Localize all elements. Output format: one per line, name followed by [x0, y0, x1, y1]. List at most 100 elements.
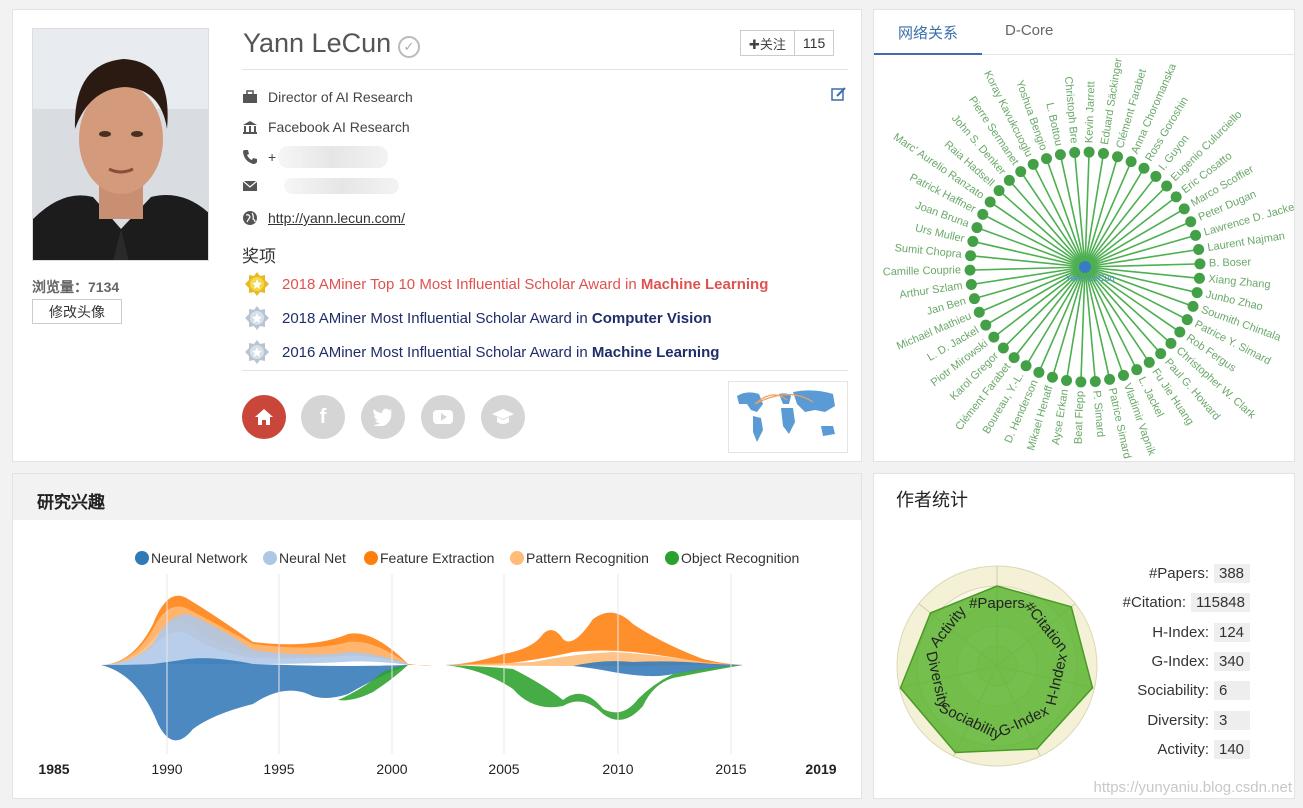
- follow-button[interactable]: ✚关注 115: [740, 30, 835, 56]
- tab-dcore[interactable]: D-Core: [1005, 22, 1053, 39]
- network-node[interactable]: [965, 279, 977, 291]
- network-node[interactable]: [984, 196, 996, 208]
- network-node[interactable]: [1193, 272, 1205, 284]
- center-node[interactable]: [1079, 261, 1091, 273]
- network-node[interactable]: [1165, 337, 1177, 349]
- network-node[interactable]: [1155, 348, 1167, 360]
- network-node[interactable]: [977, 208, 989, 220]
- network-node[interactable]: [1170, 191, 1182, 203]
- change-avatar-button[interactable]: 修改头像: [32, 299, 122, 324]
- network-node[interactable]: [1187, 300, 1199, 312]
- phone-row: +: [242, 146, 389, 168]
- stat-row: #Citation: 115848: [1110, 593, 1250, 613]
- view-count-value: 7134: [88, 279, 120, 295]
- network-node[interactable]: [968, 293, 980, 305]
- youtube-icon[interactable]: [421, 395, 465, 439]
- edit-icon[interactable]: [831, 86, 847, 102]
- award-item: 2018 AMiner Top 10 Most Influential Scho…: [244, 271, 768, 297]
- network-node[interactable]: [1083, 146, 1095, 158]
- network-node-label[interactable]: B. Boser: [1209, 256, 1252, 269]
- facebook-icon[interactable]: f: [301, 395, 345, 439]
- network-node-label[interactable]: P. Simard: [1090, 390, 1106, 438]
- network-node[interactable]: [1193, 243, 1205, 255]
- network-node[interactable]: [1097, 147, 1109, 159]
- award-item: 2018 AMiner Most Influential Scholar Awa…: [244, 305, 712, 331]
- network-node-label[interactable]: Xiang Zhang: [1208, 273, 1271, 291]
- network-node[interactable]: [1174, 326, 1186, 338]
- network-edge: [1084, 175, 1157, 268]
- network-node[interactable]: [1069, 146, 1081, 158]
- network-node[interactable]: [1046, 371, 1058, 383]
- network-node[interactable]: [997, 342, 1009, 354]
- network-node[interactable]: [1054, 149, 1066, 161]
- network-node[interactable]: [1117, 369, 1129, 381]
- home-icon[interactable]: [242, 395, 286, 439]
- network-node[interactable]: [980, 319, 992, 331]
- network-node[interactable]: [1185, 216, 1197, 228]
- network-node[interactable]: [965, 250, 977, 262]
- network-node[interactable]: [1150, 170, 1162, 182]
- network-node[interactable]: [964, 264, 976, 276]
- network-node[interactable]: [1003, 174, 1015, 186]
- network-node[interactable]: [1131, 364, 1143, 376]
- network-node[interactable]: [1020, 360, 1032, 372]
- network-node[interactable]: [1089, 376, 1101, 388]
- legend-item[interactable]: Neural Network: [135, 550, 247, 566]
- network-node[interactable]: [1027, 158, 1039, 170]
- twitter-icon[interactable]: [361, 395, 405, 439]
- coauthor-network-graph[interactable]: Christoph Bre Kevin Jarrett Eduard Säcking…: [874, 56, 1294, 461]
- network-node-label[interactable]: Ayse Erkan: [1050, 388, 1071, 445]
- stat-row: Diversity: 3: [1110, 710, 1250, 730]
- network-node[interactable]: [988, 331, 1000, 343]
- axis-tick-label: 1990: [151, 761, 182, 777]
- network-node[interactable]: [967, 235, 979, 247]
- network-node[interactable]: [1125, 156, 1137, 168]
- network-node-label[interactable]: Sumit Chopra: [894, 242, 963, 261]
- world-map-thumbnail[interactable]: [728, 381, 848, 453]
- network-node[interactable]: [1138, 162, 1150, 174]
- network-node[interactable]: [1075, 376, 1087, 388]
- award-field-link[interactable]: Machine Learning: [592, 344, 720, 361]
- award-field-link[interactable]: Machine Learning: [641, 276, 769, 293]
- phone-icon: [242, 149, 258, 165]
- network-node[interactable]: [1194, 258, 1206, 270]
- axis-tick-label: 2015: [715, 761, 746, 777]
- network-node[interactable]: [1104, 373, 1116, 385]
- stat-label: #Papers:: [1148, 565, 1209, 582]
- network-node[interactable]: [1041, 153, 1053, 165]
- network-node-label[interactable]: Camille Couprie: [883, 264, 962, 278]
- scholar-icon[interactable]: [481, 395, 525, 439]
- network-node[interactable]: [971, 222, 983, 234]
- interest-title: 研究兴趣: [37, 493, 105, 513]
- stream-layer[interactable]: [445, 665, 743, 720]
- legend-item[interactable]: Feature Extraction: [364, 550, 494, 566]
- stream-layer[interactable]: [101, 658, 408, 741]
- gold-medal-icon: [244, 271, 270, 297]
- network-node[interactable]: [1181, 314, 1193, 326]
- network-node[interactable]: [1061, 375, 1073, 387]
- network-node-label[interactable]: Christoph Bre: [1062, 76, 1080, 144]
- follow-count: 115: [802, 35, 826, 51]
- award-field-link[interactable]: Computer Vision: [592, 310, 712, 327]
- legend-item[interactable]: Pattern Recognition: [510, 550, 649, 566]
- network-node-label[interactable]: Kevin Jarrett: [1083, 81, 1097, 143]
- network-node[interactable]: [1178, 203, 1190, 215]
- network-node[interactable]: [1161, 180, 1173, 192]
- network-node[interactable]: [973, 306, 985, 318]
- network-node[interactable]: [1008, 352, 1020, 364]
- stat-label: H-Index:: [1152, 623, 1209, 641]
- network-node[interactable]: [1112, 151, 1124, 163]
- network-node[interactable]: [1033, 366, 1045, 378]
- legend-label: Pattern Recognition: [526, 550, 649, 566]
- network-node[interactable]: [1015, 166, 1027, 178]
- network-node[interactable]: [1191, 287, 1203, 299]
- homepage-row: http://yann.lecun.com/: [242, 210, 405, 226]
- legend-item[interactable]: Object Recognition: [665, 550, 799, 566]
- network-node-label[interactable]: Beat Flepp: [1073, 391, 1087, 445]
- legend-item[interactable]: Neural Net: [263, 550, 346, 566]
- network-node[interactable]: [993, 185, 1005, 197]
- network-node[interactable]: [1143, 356, 1155, 368]
- homepage-link[interactable]: http://yann.lecun.com/: [268, 210, 405, 226]
- tab-network[interactable]: 网络关系: [898, 22, 958, 43]
- network-node[interactable]: [1190, 229, 1202, 241]
